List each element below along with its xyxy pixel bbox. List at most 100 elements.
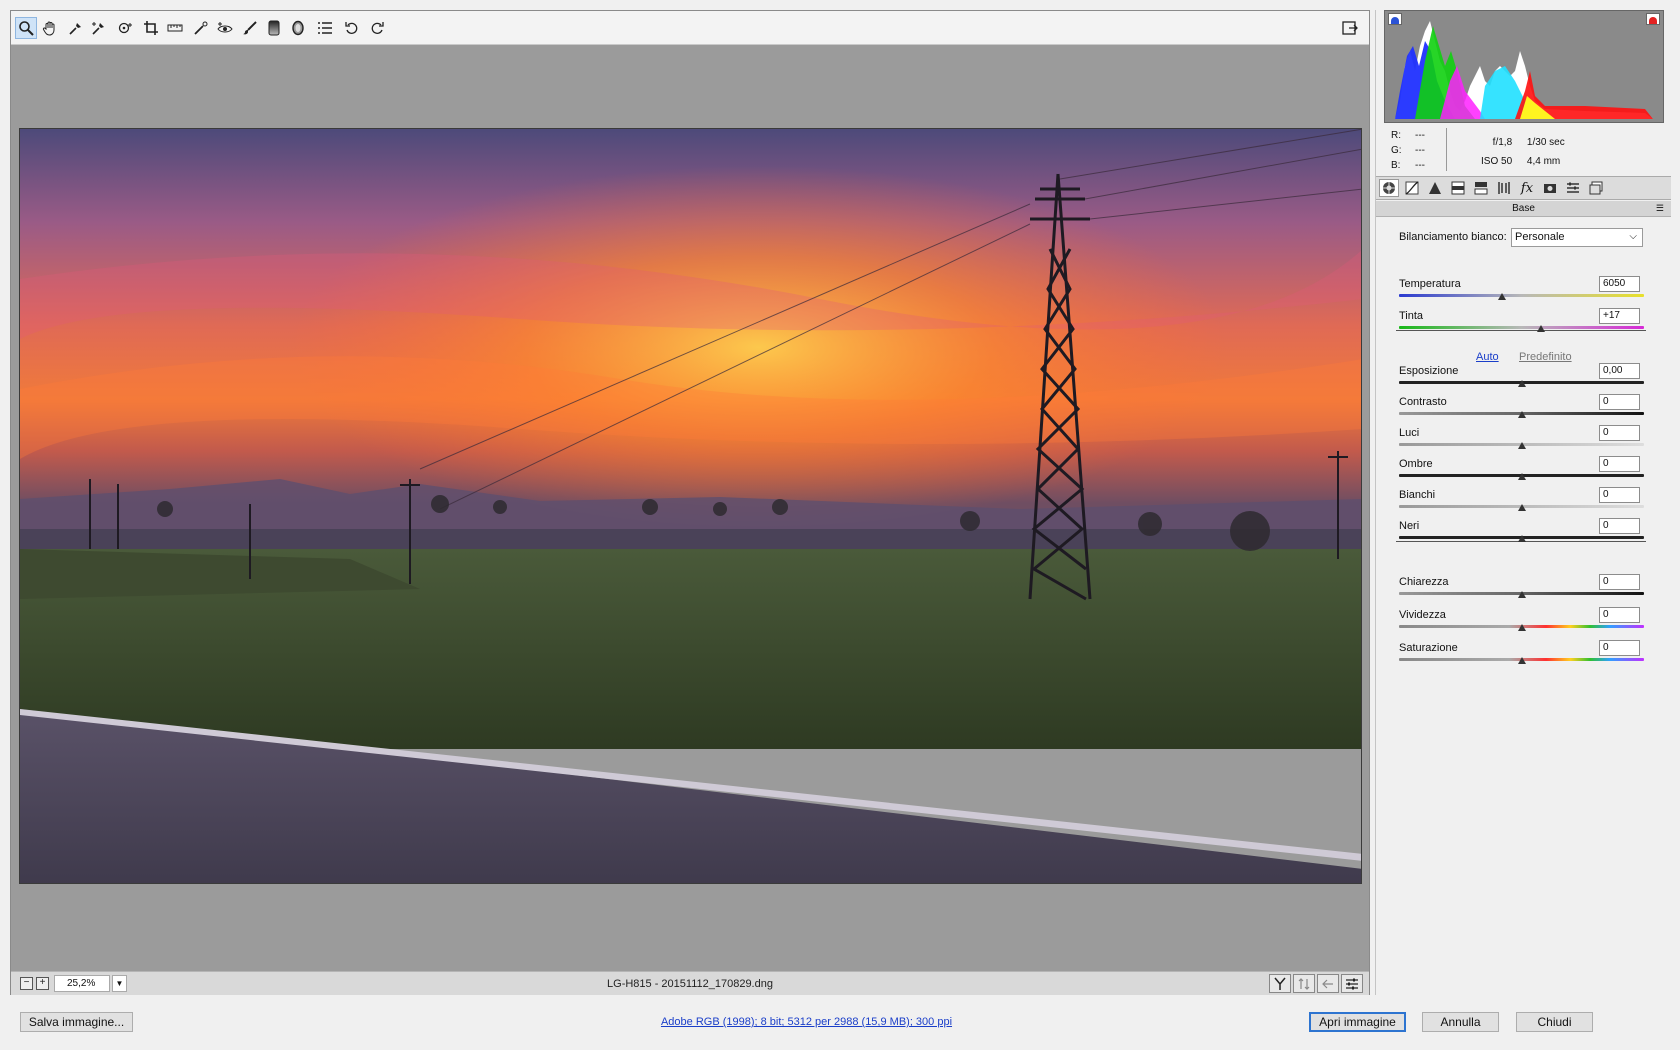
g-label: G: xyxy=(1391,145,1402,156)
preview-preferences-button[interactable] xyxy=(1341,974,1363,993)
tab-camera-calibration[interactable] xyxy=(1540,179,1560,197)
white-balance-tool-button[interactable] xyxy=(65,17,87,39)
rgb-readout: R: --- G: --- B: --- xyxy=(1391,128,1425,173)
chiarezza-value-field[interactable]: 0 xyxy=(1599,574,1640,590)
tab-detail[interactable] xyxy=(1425,179,1445,197)
tab-hsl[interactable] xyxy=(1448,179,1468,197)
lens-icon xyxy=(1498,182,1510,194)
vividezza-value-field[interactable]: 0 xyxy=(1599,607,1640,623)
tinta-slider-thumb[interactable] xyxy=(1537,325,1546,332)
panel-menu-icon[interactable]: ☰ xyxy=(1656,203,1664,214)
magnifier-icon xyxy=(19,21,34,36)
camera-info: f/1,8 ISO 50 1/30 sec 4,4 mm xyxy=(1481,133,1577,171)
red-eye-tool-button[interactable] xyxy=(214,17,236,39)
fullscreen-toggle-button[interactable] xyxy=(1339,17,1361,39)
rotate-ccw-icon xyxy=(345,22,358,34)
before-after-toggle-button[interactable] xyxy=(1269,974,1291,993)
bianchi-value-field[interactable]: 0 xyxy=(1599,487,1640,503)
graduated-filter-tool-button[interactable] xyxy=(263,17,285,39)
eye-icon xyxy=(217,22,233,33)
swap-settings-button[interactable] xyxy=(1293,974,1315,993)
tab-effects[interactable]: fx xyxy=(1517,179,1537,197)
straighten-tool-button[interactable] xyxy=(164,17,186,39)
rotate-left-tool-button[interactable] xyxy=(341,17,363,39)
copy-settings-button[interactable] xyxy=(1317,974,1339,993)
esposizione-slider-thumb[interactable] xyxy=(1517,380,1526,387)
tab-base[interactable] xyxy=(1379,179,1399,197)
preferences-tool-button[interactable] xyxy=(314,17,336,39)
ombre-label: Ombre xyxy=(1399,458,1433,470)
auto-link[interactable]: Auto xyxy=(1476,351,1499,363)
chiarezza-slider-thumb[interactable] xyxy=(1517,591,1526,598)
r-label: R: xyxy=(1391,130,1401,141)
tab-snapshots[interactable] xyxy=(1586,179,1606,197)
temperatura-slider-track[interactable] xyxy=(1399,294,1644,297)
vividezza-slider-thumb[interactable] xyxy=(1517,624,1526,631)
neri-slider-thumb[interactable] xyxy=(1517,535,1526,542)
saturazione-value-field[interactable]: 0 xyxy=(1599,640,1640,656)
arrow-left-icon xyxy=(1322,979,1333,988)
tinta-value-field[interactable]: +17 xyxy=(1599,308,1640,324)
crop-tool-button[interactable] xyxy=(140,17,162,39)
info-divider xyxy=(1446,128,1447,171)
fx-icon: fx xyxy=(1520,180,1534,196)
sliders-icon xyxy=(1346,978,1358,989)
cancel-button[interactable]: Annulla xyxy=(1422,1012,1499,1032)
tab-tone-curve[interactable] xyxy=(1402,179,1422,197)
eyedropper-icon xyxy=(69,23,81,35)
radial-filter-tool-button[interactable] xyxy=(287,17,309,39)
default-link[interactable]: Predefinito xyxy=(1519,351,1572,363)
gradient-rect-icon xyxy=(268,20,280,36)
ombre-slider-thumb[interactable] xyxy=(1517,473,1526,480)
white-balance-select[interactable]: Personale ⌵ xyxy=(1511,228,1643,247)
triangle-icon xyxy=(1429,182,1441,194)
zoom-tool-button[interactable] xyxy=(15,17,37,39)
contrasto-value-field[interactable]: 0 xyxy=(1599,394,1640,410)
before-after-y-icon xyxy=(1274,977,1286,990)
tinta-label: Tinta xyxy=(1399,310,1424,322)
open-image-button[interactable]: Apri immagine xyxy=(1309,1012,1406,1032)
targeted-adjustment-tool-button[interactable] xyxy=(114,17,136,39)
eyedropper-plus-icon xyxy=(92,22,104,35)
aperture-icon xyxy=(1383,182,1395,194)
close-button[interactable]: Chiudi xyxy=(1516,1012,1593,1032)
rotate-right-tool-button[interactable] xyxy=(366,17,388,39)
esposizione-value-field[interactable]: 0,00 xyxy=(1599,363,1640,379)
neri-value-field[interactable]: 0 xyxy=(1599,518,1640,534)
hand-tool-button[interactable] xyxy=(39,17,61,39)
split-icon xyxy=(1474,182,1488,195)
color-sampler-tool-button[interactable] xyxy=(88,17,110,39)
temperatura-value-field[interactable]: 6050 xyxy=(1599,276,1640,292)
adjustments-panel: R: --- G: --- B: --- f/1,8 ISO 50 1/30 sec … xyxy=(1375,10,1671,995)
curve-icon xyxy=(1405,181,1419,195)
neri-label: Neri xyxy=(1399,520,1420,532)
hsl-icon xyxy=(1451,181,1465,195)
ombre-value-field[interactable]: 0 xyxy=(1599,456,1640,472)
wb-label: Bilanciamento bianco: xyxy=(1399,231,1507,243)
fullscreen-icon xyxy=(1342,21,1358,35)
esposizione-label: Esposizione xyxy=(1399,365,1459,377)
temperatura-slider-thumb[interactable] xyxy=(1497,293,1506,300)
luci-slider-thumb[interactable] xyxy=(1517,442,1526,449)
contrasto-label: Contrasto xyxy=(1399,396,1447,408)
tab-split-toning[interactable] xyxy=(1471,179,1491,197)
highlight-clipping-icon[interactable] xyxy=(1646,13,1660,25)
spot-removal-tool-button[interactable] xyxy=(190,17,212,39)
tab-presets[interactable] xyxy=(1563,179,1583,197)
iso-value: ISO 50 xyxy=(1481,156,1513,167)
contrasto-slider-thumb[interactable] xyxy=(1517,411,1526,418)
tinta-slider-track[interactable] xyxy=(1399,326,1644,329)
luci-label: Luci xyxy=(1399,427,1420,439)
bianchi-slider-thumb[interactable] xyxy=(1517,504,1526,511)
level-icon xyxy=(167,24,183,32)
luci-value-field[interactable]: 0 xyxy=(1599,425,1640,441)
saturazione-label: Saturazione xyxy=(1399,642,1458,654)
shadow-clipping-icon[interactable] xyxy=(1388,13,1402,25)
image-preview[interactable] xyxy=(19,128,1362,884)
adjustment-brush-tool-button[interactable] xyxy=(239,17,261,39)
b-label: B: xyxy=(1391,160,1401,171)
tab-lens-corrections[interactable] xyxy=(1494,179,1514,197)
b-value: --- xyxy=(1415,160,1425,171)
status-bar: − + 25,2% ▼ LG-H815 - 20151112_170829.dn… xyxy=(11,971,1369,995)
saturazione-slider-thumb[interactable] xyxy=(1517,657,1526,664)
